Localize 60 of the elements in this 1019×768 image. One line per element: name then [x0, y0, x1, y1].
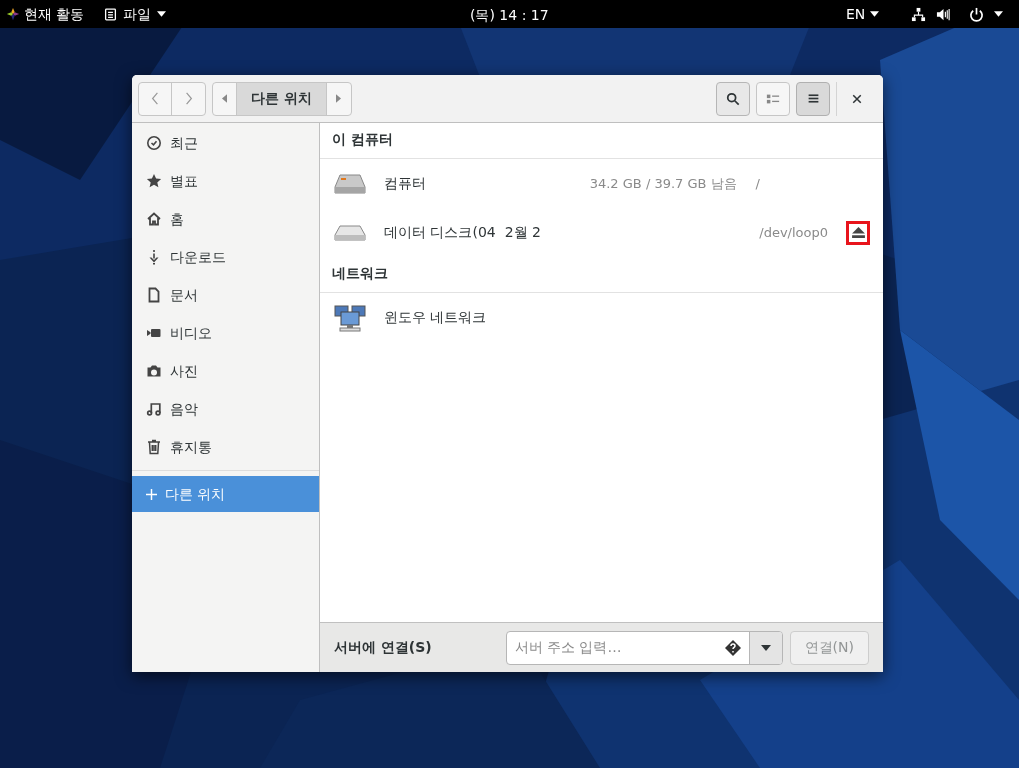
- document-icon: [146, 287, 162, 303]
- sidebar-item[interactable]: 별표: [132, 162, 319, 200]
- caret-icon: [760, 644, 771, 651]
- section-title: 네트워크: [320, 257, 883, 293]
- caret-icon: [870, 11, 880, 17]
- file-cabinet-icon: [104, 7, 118, 21]
- sidebar-item[interactable]: 음악: [132, 390, 319, 428]
- eject-icon: [851, 227, 865, 238]
- server-address-field[interactable]: 서버 주소 입력…: [506, 631, 725, 664]
- caret-icon: [994, 11, 1003, 17]
- disk-drive-icon: [334, 224, 366, 241]
- address-combo-box[interactable]: 서버 주소 입력…: [505, 630, 783, 665]
- sidebar-item[interactable]: 비디오: [132, 314, 319, 352]
- path-segment[interactable]: 다른 위치: [237, 82, 327, 115]
- location-name: 컴퓨터: [384, 174, 426, 193]
- sidebar-item[interactable]: 휴지통: [132, 428, 319, 466]
- dropdown-button[interactable]: [748, 631, 782, 664]
- activities-button[interactable]: 현재 활동: [6, 0, 85, 28]
- plus-icon: [146, 488, 157, 500]
- mount-path: /dev/loop0: [759, 223, 828, 242]
- location-name: 데이터 디스크(04 2월 2: [384, 223, 541, 242]
- mount-path: /: [755, 174, 760, 193]
- close-icon: [852, 93, 862, 104]
- location-row[interactable]: 윈도우 네트워크: [320, 293, 883, 342]
- caret-icon: [157, 11, 167, 17]
- clock[interactable]: (목) 14 : 17: [470, 5, 549, 26]
- flower-logo-icon: [6, 7, 20, 21]
- location-row[interactable]: 컴퓨터 34.2 GB / 39.7 GB 남음 /: [320, 159, 883, 208]
- section-title: 이 컴퓨터: [320, 123, 883, 159]
- right-triangle-icon: [336, 94, 342, 103]
- location-name: 윈도우 네트워크: [384, 308, 487, 327]
- connect-label: 서버에 연결(S): [334, 638, 432, 657]
- networked-computers-icon: [334, 303, 366, 332]
- location-row[interactable]: 데이터 디스크(04 2월 2 /dev/loop0: [320, 208, 883, 257]
- sidebar-item[interactable]: 최근: [132, 124, 319, 162]
- home-icon: [146, 211, 162, 227]
- menu-button[interactable]: [796, 81, 830, 116]
- star-icon: [146, 173, 162, 189]
- volume-icon: [936, 6, 951, 22]
- menu-icon: [806, 92, 820, 105]
- language-menu[interactable]: EN: [846, 0, 880, 28]
- hard-drive-icon: [334, 173, 366, 194]
- sidebar-item[interactable]: 홈: [132, 200, 319, 238]
- clock-icon: [146, 135, 162, 151]
- camera-icon: [146, 363, 162, 379]
- trash-icon: [146, 439, 162, 455]
- power-icon: [969, 6, 984, 22]
- app-menu[interactable]: 파일: [104, 0, 167, 28]
- view-toggle-button[interactable]: [756, 81, 790, 116]
- left-triangle-icon: [222, 94, 227, 103]
- free-space: 34.2 GB / 39.7 GB 남음: [589, 174, 737, 193]
- eject-button[interactable]: [846, 220, 870, 245]
- sidebar-item[interactable]: 사진: [132, 352, 319, 390]
- sidebar-item[interactable]: 문서: [132, 276, 319, 314]
- sidebar-item[interactable]: 다운로드: [132, 238, 319, 276]
- search-button[interactable]: [716, 81, 750, 116]
- music-note-icon: [146, 401, 162, 417]
- help-icon: [724, 639, 741, 656]
- search-icon: [726, 91, 740, 106]
- network-icon: [911, 6, 926, 22]
